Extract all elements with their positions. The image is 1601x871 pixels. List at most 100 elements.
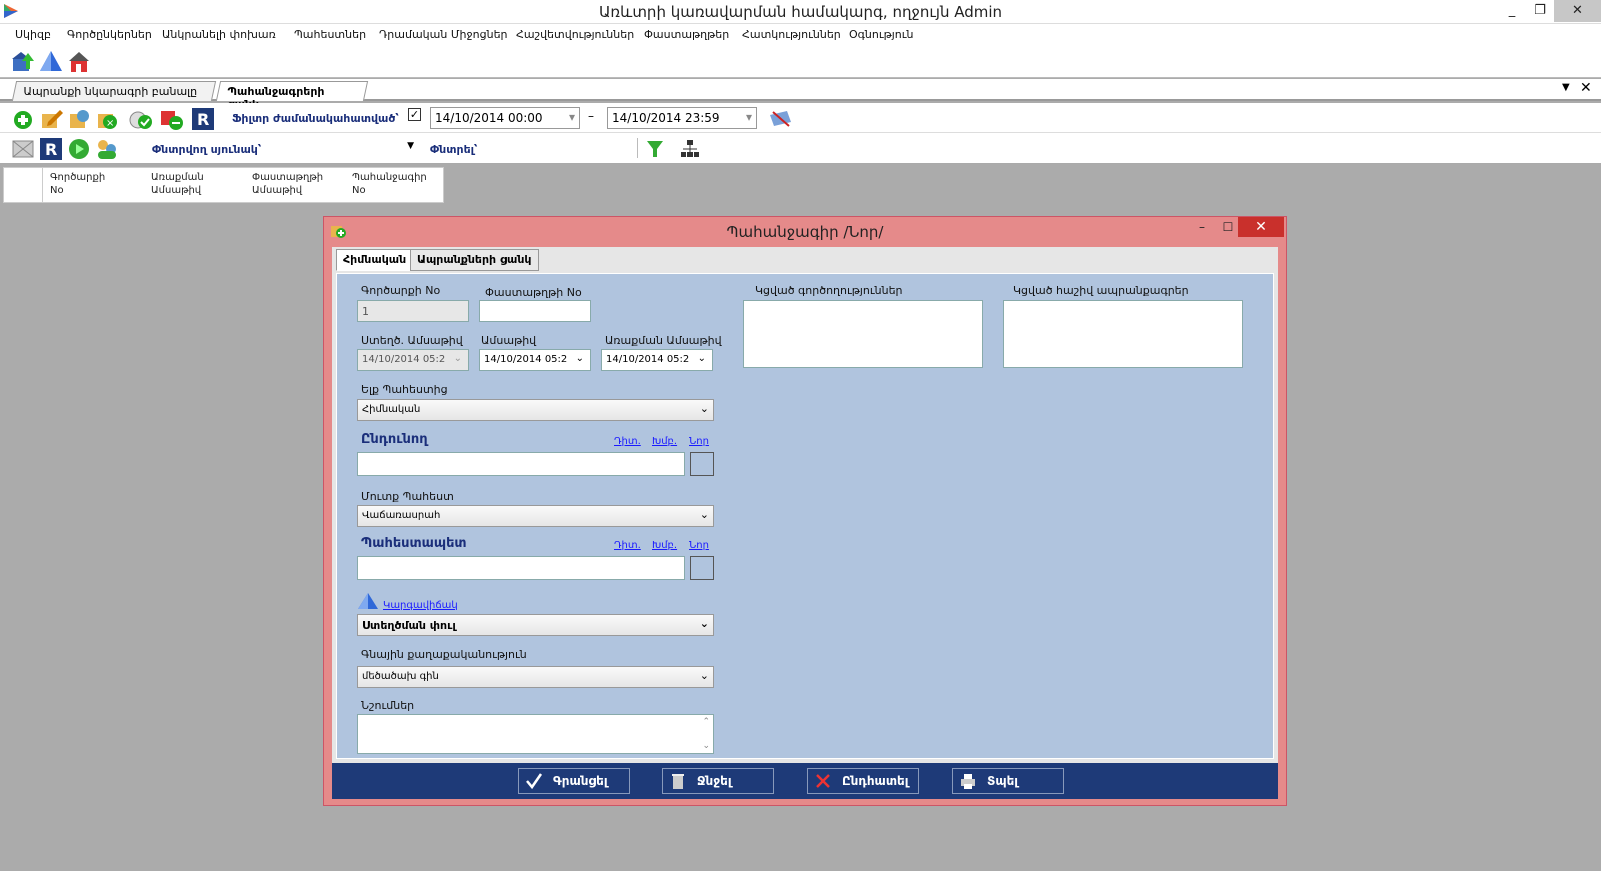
deal-no-label: Գործարքի No bbox=[361, 284, 441, 297]
keeper-view-link[interactable]: Դիտ. bbox=[614, 540, 641, 551]
tabs-dropdown-icon[interactable]: ▼ bbox=[1562, 82, 1570, 93]
created-date-value: 14/10/2014 05:2 bbox=[362, 354, 446, 365]
play-icon[interactable] bbox=[66, 136, 92, 162]
scroll-up-icon[interactable]: ⌃ bbox=[702, 717, 710, 727]
receiver-edit-link[interactable]: Խմբ. bbox=[652, 436, 677, 447]
approve-icon[interactable] bbox=[128, 106, 154, 132]
keeper-edit-link[interactable]: Խմբ. bbox=[652, 540, 677, 551]
document-tabs: Ապրանքի նկարագրի բանալը ... Պահանջագրերի… bbox=[0, 79, 1601, 111]
chevron-down-icon: ⌄ bbox=[699, 617, 709, 630]
grid-header-doc-date[interactable]: Փաստաթղթի Ամսաթիվ bbox=[252, 171, 323, 197]
keeper-pick-button[interactable] bbox=[690, 556, 714, 580]
printer-icon bbox=[961, 774, 975, 789]
filter-icon[interactable] bbox=[642, 136, 668, 162]
pyramid-icon[interactable] bbox=[38, 49, 64, 75]
print-button[interactable]: Տպել bbox=[952, 768, 1064, 794]
menu-item-properties[interactable]: Հատկություններ bbox=[742, 28, 841, 41]
grid-header-delivery-date[interactable]: Առաքման Ամսաթիվ bbox=[151, 171, 204, 197]
menu-item-start[interactable]: Սկիզբ bbox=[15, 28, 51, 41]
price-policy-select[interactable]: մեծածախ գին ⌄ bbox=[357, 666, 714, 688]
filter-toolbar: × R Ֆիլտր ժամանակահատված՝ ✓ 14/10/2014 0… bbox=[0, 103, 1601, 133]
warehouse-icon[interactable] bbox=[10, 49, 36, 75]
menu-item-money[interactable]: Դրամական Միջոցներ bbox=[379, 28, 508, 41]
receiver-pick-button[interactable] bbox=[690, 452, 714, 476]
header-line: Փաստաթղթի bbox=[252, 172, 324, 183]
tab-general[interactable]: Հիմնական bbox=[336, 249, 414, 271]
menu-item-help[interactable]: Օգնություն bbox=[849, 28, 913, 41]
general-panel: Գործարքի No 1 Փաստաթղթի No Կցված գործողո… bbox=[336, 273, 1274, 759]
dialog-close-button[interactable]: ✕ bbox=[1238, 217, 1284, 237]
dialog-minimize-button[interactable]: – bbox=[1188, 217, 1216, 237]
from-store-value: Հիմնական bbox=[362, 404, 421, 415]
check-icon bbox=[526, 773, 543, 790]
status-value: Ստեղծման փուլ bbox=[362, 619, 456, 632]
grid-header-deal-no[interactable]: Գործարքի No bbox=[50, 171, 105, 197]
view-icon[interactable] bbox=[66, 106, 92, 132]
menu-item-documents[interactable]: Փաստաթղթեր bbox=[644, 28, 729, 41]
close-button[interactable]: ✕ bbox=[1554, 0, 1601, 22]
window-titlebar: Առևտրի կառավարման համակարգ, ողջույն Admi… bbox=[0, 0, 1601, 24]
status-select[interactable]: Ստեղծման փուլ ⌄ bbox=[357, 614, 714, 636]
header-line: No bbox=[352, 185, 366, 196]
chevron-down-icon: ⌄ bbox=[699, 508, 709, 521]
menu-item-partners[interactable]: Գործընկերներ bbox=[67, 28, 152, 41]
report-icon[interactable]: R bbox=[190, 106, 216, 132]
date-from-value: 14/10/2014 00:00 bbox=[435, 111, 543, 125]
date-from-field[interactable]: 14/10/2014 00:00 ▾ bbox=[430, 107, 580, 129]
calendar-icon[interactable]: ▾ bbox=[746, 110, 752, 124]
doc-no-label: Փաստաթղթի No bbox=[485, 286, 582, 299]
delete-icon[interactable]: × bbox=[94, 106, 120, 132]
add-icon[interactable] bbox=[10, 106, 36, 132]
created-date-field[interactable]: 14/10/2014 05:2 ⌄ bbox=[357, 349, 469, 371]
scroll-down-icon[interactable]: ⌄ bbox=[702, 741, 710, 751]
calendar-icon[interactable]: ▾ bbox=[569, 110, 575, 124]
edit-icon[interactable] bbox=[38, 106, 64, 132]
transfer-icon[interactable] bbox=[158, 106, 184, 132]
date-to-field[interactable]: 14/10/2014 23:59 ▾ bbox=[607, 107, 757, 129]
note-textarea[interactable]: ⌃ ⌄ bbox=[357, 714, 714, 754]
tabs-close-icon[interactable]: ✕ bbox=[1580, 80, 1592, 96]
hierarchy-icon[interactable] bbox=[677, 136, 703, 162]
linked-ops-list[interactable] bbox=[743, 300, 983, 368]
search-column-select[interactable]: ▼ bbox=[262, 138, 418, 158]
export-icon[interactable] bbox=[10, 136, 36, 162]
delete-button[interactable]: Ջնջել bbox=[662, 768, 774, 794]
requisitions-grid: Գործարքի No Առաքման Ամսաթիվ Փաստաթղթի Ամսաթ… bbox=[3, 167, 444, 203]
keeper-new-link[interactable]: Նոր bbox=[689, 540, 709, 551]
tab-requisitions-list[interactable]: Պահանջագրերի ցանկ bbox=[215, 81, 369, 111]
cancel-button[interactable]: Ընդհատել bbox=[807, 768, 919, 794]
receiver-input[interactable] bbox=[357, 452, 685, 476]
price-policy-value: մեծածախ գին bbox=[362, 671, 439, 682]
receiver-view-link[interactable]: Դիտ. bbox=[614, 436, 641, 447]
to-store-select[interactable]: Վաճառասրահ ⌄ bbox=[357, 505, 714, 527]
keeper-input[interactable] bbox=[357, 556, 685, 580]
delivery-date-field[interactable]: 14/10/2014 05:2 ⌄ bbox=[601, 349, 713, 371]
menu-item-reports[interactable]: Հաշվետվություններ bbox=[516, 28, 634, 41]
clear-filter-icon[interactable] bbox=[767, 106, 793, 132]
menu-item-items[interactable]: Անկրանելի փոխառ bbox=[162, 28, 276, 41]
refresh-report-icon[interactable]: R bbox=[38, 136, 64, 162]
doc-no-field[interactable] bbox=[479, 300, 591, 322]
grid-header-requisition-no[interactable]: Պահանջագիր No bbox=[352, 171, 427, 197]
date-field[interactable]: 14/10/2014 05:2 ⌄ bbox=[479, 349, 591, 371]
linked-invoices-list[interactable] bbox=[1003, 300, 1243, 368]
receiver-new-link[interactable]: Նոր bbox=[689, 436, 709, 447]
chevron-down-icon: ⌄ bbox=[453, 353, 462, 364]
period-filter-checkbox[interactable]: ✓ bbox=[408, 108, 421, 121]
users-icon[interactable] bbox=[94, 136, 120, 162]
tab-products-list[interactable]: Ապրանքների ցանկ bbox=[410, 249, 539, 271]
from-store-select[interactable]: Հիմնական ⌄ bbox=[357, 399, 714, 421]
save-button[interactable]: Գրանցել bbox=[518, 768, 630, 794]
status-link[interactable]: Կարգավիճակ bbox=[383, 600, 458, 611]
period-filter-label: Ֆիլտր ժամանակահատված՝ bbox=[232, 112, 399, 125]
tab-item-description[interactable]: Ապրանքի նկարագրի բանալը ... bbox=[11, 81, 217, 111]
dialog-body: Հիմնական Ապրանքների ցանկ Գործարքի No 1 Փ… bbox=[332, 247, 1278, 763]
house-icon[interactable] bbox=[66, 49, 92, 75]
menu-item-stores[interactable]: Պահեստներ bbox=[294, 28, 366, 41]
chevron-down-icon: ▼ bbox=[407, 141, 414, 151]
deal-no-field[interactable]: 1 bbox=[357, 300, 469, 322]
date-to-value: 14/10/2014 23:59 bbox=[612, 111, 720, 125]
window-title: Առևտրի կառավարման համակարգ, ողջույն Admi… bbox=[598, 3, 1003, 21]
search-input[interactable] bbox=[478, 138, 638, 158]
header-line: No bbox=[50, 185, 64, 196]
